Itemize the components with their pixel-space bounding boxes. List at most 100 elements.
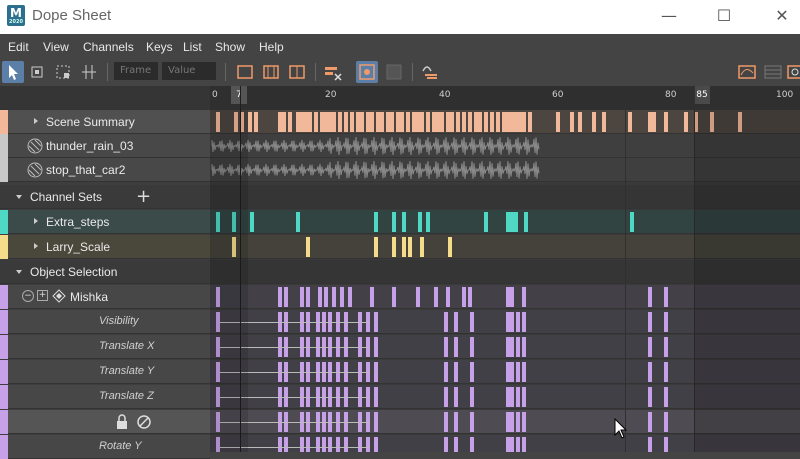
- keyframe[interactable]: [420, 237, 424, 257]
- keyframe[interactable]: [664, 387, 668, 407]
- keyframe[interactable]: [664, 287, 668, 307]
- menu-channels[interactable]: Channels: [83, 40, 134, 54]
- keyframe[interactable]: [284, 437, 288, 452]
- close-button[interactable]: ✕: [770, 6, 794, 26]
- keyframe[interactable]: [454, 412, 458, 432]
- keyframe[interactable]: [454, 312, 458, 332]
- keyframe[interactable]: [448, 237, 452, 257]
- keyframe[interactable]: [358, 437, 362, 452]
- keyframe[interactable]: [648, 287, 652, 307]
- summary-toggle-button[interactable]: [356, 61, 378, 83]
- keyframe[interactable]: [510, 387, 514, 407]
- menu-show[interactable]: Show: [215, 40, 245, 54]
- frame-playback-button[interactable]: [260, 61, 282, 83]
- keyframe[interactable]: [664, 437, 668, 452]
- list-view-button[interactable]: [762, 61, 784, 83]
- collapse-arrow-icon[interactable]: [16, 270, 22, 277]
- outliner-row-translate-y[interactable]: Translate Y: [0, 360, 210, 384]
- keyframe[interactable]: [278, 287, 282, 307]
- keyframe[interactable]: [664, 112, 668, 132]
- keyframe[interactable]: [426, 112, 430, 132]
- keyframe[interactable]: [522, 362, 526, 382]
- keyframe[interactable]: [340, 287, 344, 307]
- keyframe[interactable]: [374, 237, 378, 257]
- keyframe[interactable]: [408, 237, 412, 257]
- keyframe[interactable]: [468, 112, 472, 132]
- keyframe[interactable]: [556, 112, 560, 132]
- menu-list[interactable]: List: [183, 40, 202, 54]
- keyframe[interactable]: [510, 337, 514, 357]
- graph-editor-button[interactable]: [736, 61, 758, 83]
- end-frame-marker[interactable]: 85: [694, 86, 710, 104]
- outliner-row-translate-z[interactable]: Translate Z: [0, 385, 210, 409]
- expand-arrow-icon[interactable]: [34, 118, 38, 124]
- keyframe[interactable]: [522, 112, 526, 132]
- keyframe[interactable]: [392, 212, 396, 232]
- keyframe[interactable]: [426, 212, 430, 232]
- keyframe[interactable]: [300, 437, 304, 452]
- menu-edit[interactable]: Edit: [8, 40, 29, 54]
- keyframe[interactable]: [456, 112, 460, 132]
- keyframe[interactable]: [306, 237, 310, 257]
- menu-view[interactable]: View: [43, 40, 69, 54]
- insert-key-button[interactable]: [78, 61, 100, 83]
- keyframe[interactable]: [510, 412, 514, 432]
- keyframe[interactable]: [250, 212, 254, 232]
- keyframe[interactable]: [380, 112, 384, 132]
- scale-tool-button[interactable]: [52, 61, 74, 83]
- keyframe[interactable]: [450, 112, 454, 132]
- keyframe[interactable]: [528, 112, 532, 132]
- keyframe[interactable]: [478, 112, 482, 132]
- keyframe[interactable]: [322, 437, 326, 452]
- keyframe[interactable]: [402, 212, 406, 232]
- keyframe[interactable]: [648, 437, 652, 452]
- keyframe[interactable]: [490, 112, 494, 132]
- keyframe[interactable]: [652, 112, 656, 132]
- keyframe[interactable]: [444, 387, 448, 407]
- select-tool-button[interactable]: [2, 61, 24, 83]
- outliner-row-mishka[interactable]: − + Mishka: [0, 285, 210, 309]
- outliner-row-hovered[interactable]: [0, 410, 210, 434]
- keyframe[interactable]: [314, 112, 318, 132]
- keyframe[interactable]: [516, 312, 520, 332]
- keyframe[interactable]: [336, 437, 340, 452]
- keyframe[interactable]: [522, 312, 526, 332]
- expand-arrow-icon[interactable]: [34, 243, 38, 249]
- keyframe[interactable]: [446, 287, 450, 307]
- keyframe[interactable]: [470, 312, 474, 332]
- outliner-row-scene-summary[interactable]: Scene Summary: [0, 110, 210, 134]
- dope-sheet-graph[interactable]: 0 20 40 60 80 100 7 85: [210, 86, 800, 452]
- menu-help[interactable]: Help: [259, 40, 284, 54]
- outliner-row-larry-scale[interactable]: Larry_Scale: [0, 235, 210, 259]
- outliner-row-extra-steps[interactable]: Extra_steps: [0, 210, 210, 234]
- keyframe[interactable]: [516, 437, 520, 452]
- outliner-row-rotate-y[interactable]: Rotate Y: [0, 435, 210, 459]
- keyframe[interactable]: [344, 437, 348, 452]
- mute-icon[interactable]: [136, 414, 152, 433]
- sound-button[interactable]: [419, 61, 441, 83]
- keyframe[interactable]: [390, 112, 394, 132]
- keyframe[interactable]: [360, 112, 364, 132]
- keyframe[interactable]: [282, 112, 286, 132]
- keyframe[interactable]: [284, 287, 288, 307]
- keyframe[interactable]: [392, 237, 396, 257]
- keyframe[interactable]: [648, 312, 652, 332]
- maximize-button[interactable]: ☐: [712, 6, 736, 26]
- keyframe[interactable]: [510, 312, 514, 332]
- keyframe[interactable]: [332, 287, 336, 307]
- keyframe[interactable]: [440, 112, 444, 132]
- keyframe[interactable]: [522, 337, 526, 357]
- keyframe[interactable]: [374, 362, 378, 382]
- keyframe[interactable]: [444, 437, 448, 452]
- keyframe[interactable]: [684, 112, 688, 132]
- keyframe[interactable]: [462, 287, 466, 307]
- keyframe[interactable]: [602, 112, 606, 132]
- keyframe[interactable]: [338, 112, 342, 132]
- keyframe[interactable]: [374, 437, 378, 452]
- keyframe[interactable]: [306, 287, 310, 307]
- move-tool-button[interactable]: [26, 61, 48, 83]
- keyframe[interactable]: [470, 437, 474, 452]
- keyframe[interactable]: [570, 112, 574, 132]
- delete-keys-button[interactable]: [322, 61, 344, 83]
- outliner-row-object-selection[interactable]: Object Selection: [0, 260, 210, 284]
